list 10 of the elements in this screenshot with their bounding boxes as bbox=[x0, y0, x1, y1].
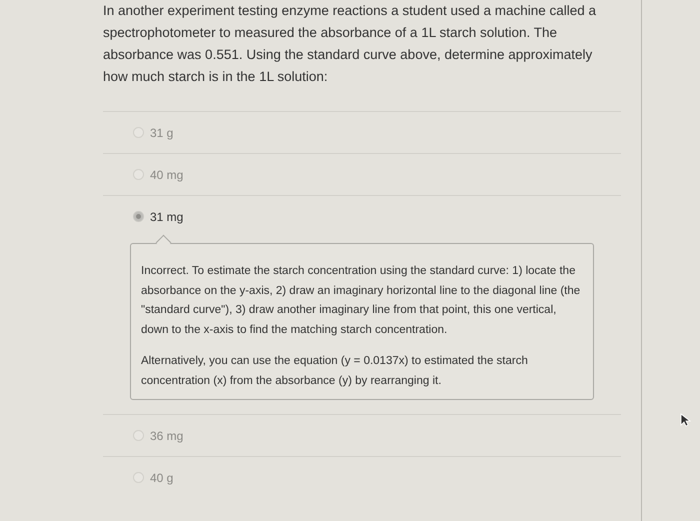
radio-button[interactable] bbox=[133, 211, 144, 222]
feedback-text: Alternatively, you can use the equation (y = 0.0137x) to estimated the starch concentration (x) from the absorbance (y) by rearranging it. bbox=[141, 354, 529, 388]
option-label: 31 g bbox=[150, 124, 174, 142]
cursor-icon bbox=[680, 413, 692, 427]
option-label: 40 g bbox=[150, 470, 174, 486]
option-label: 31 mg bbox=[150, 208, 184, 226]
option-label: 40 mg bbox=[150, 166, 184, 184]
option-label: 36 mg bbox=[150, 428, 184, 444]
feedback-text: Incorrect. To estimate the starch concentration using the standard curve: 1) locate the absorbance on the y-axis, 2) draw an imaginary horizontal line to the diagonal line (the "standard curve"), 3) draw another imaginary line from that point, this one vertical, down to the x-axis to find the matching starch concentration. bbox=[141, 264, 582, 338]
question-text: In another experiment testing enzyme reactions a student used a machine called a spectrophotometer to measured the absorbance of a 1L starch solution. The absorbance was 0.551. Using the standard curve above, determine approximately how much starch is in the 1L solution: bbox=[103, 2, 598, 86]
